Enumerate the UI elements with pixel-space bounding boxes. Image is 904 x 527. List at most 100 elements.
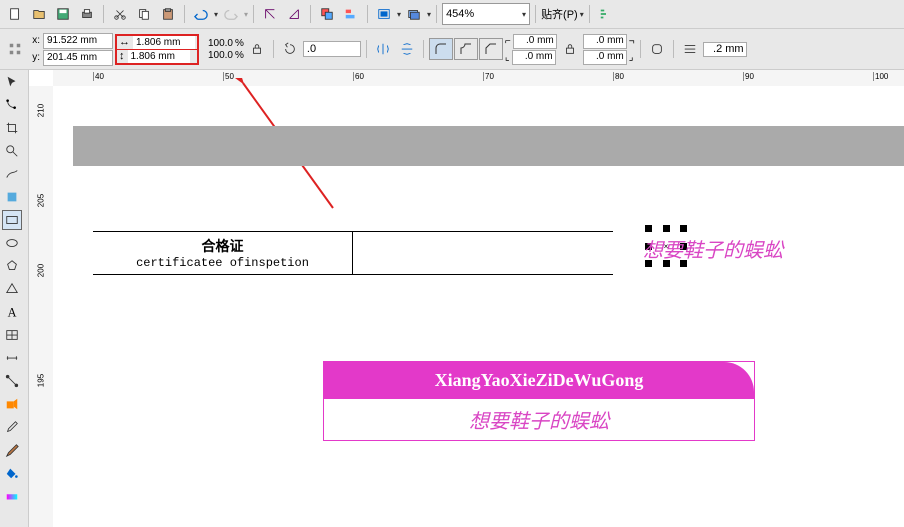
lock-ratio-button[interactable] [246,38,268,60]
separator [589,5,590,23]
separator [273,40,274,58]
ruler-tick: 210 [37,99,46,123]
new-file-button[interactable] [4,3,26,25]
card-title: XiangYaoXieZiDeWuGong [324,362,754,399]
group-button[interactable] [316,3,338,25]
vertical-ruler[interactable]: 210 205 200 195 [29,86,54,527]
corner-tr-input[interactable]: .0 mm [583,34,627,49]
smart-fill-tool[interactable] [2,187,22,207]
lock-corners-button[interactable] [559,38,581,60]
print-button[interactable] [76,3,98,25]
pink-card[interactable]: XiangYaoXieZiDeWuGong 想要鞋子的蜈蚣 [323,361,755,441]
corner-tl-input[interactable]: .0 mm [513,34,557,49]
outline-width-input[interactable]: .2 mm [703,42,747,57]
redo-dropdown[interactable]: ▾ [244,10,248,19]
shape-tool[interactable] [2,95,22,115]
export-button[interactable] [283,3,305,25]
rotate-icon[interactable] [279,38,301,60]
rectangle-tool[interactable] [2,210,22,230]
zoom-dropdown[interactable]: 454% ▾ [442,3,530,25]
polygon-tool[interactable] [2,256,22,276]
grid-icon[interactable] [4,38,26,60]
outline-width-icon[interactable] [679,38,701,60]
corner-tl-icon: ⌐ [505,36,511,47]
freehand-tool[interactable] [2,164,22,184]
cert-subtitle: certificatee ofinspetion [97,256,348,270]
options-button[interactable] [595,3,617,25]
undo-dropdown[interactable]: ▾ [214,10,218,19]
corner-radius-left: ⌐.0 mm ⌞.0 mm [505,34,557,65]
eyedropper-tool[interactable] [2,417,22,437]
certificate-table[interactable]: 合格证 certificatee ofinspetion [93,231,613,275]
handle-tl[interactable] [645,225,652,232]
paste-button[interactable] [157,3,179,25]
y-input[interactable]: 201.45 mm [43,50,113,66]
mirror-v-button[interactable] [396,38,418,60]
separator [366,40,367,58]
position-group: x:91.522 mm y:201.45 mm [28,33,113,66]
cut-button[interactable] [109,3,131,25]
percent-icon: % [235,50,244,61]
height-input[interactable]: 1.806 mm [128,50,190,63]
y-label: y: [28,52,40,63]
mirror-h-button[interactable] [372,38,394,60]
crop-tool[interactable] [2,118,22,138]
width-input[interactable]: 1.806 mm [133,36,195,49]
pick-tool[interactable] [2,72,22,92]
ruler-tick: 40 [93,72,104,81]
interactive-tool[interactable] [2,394,22,414]
interactive-fill-tool[interactable] [2,486,22,506]
ruler-tick: 195 [37,369,46,393]
scale-w[interactable]: 100.0 [201,38,233,49]
ruler-tick: 90 [743,72,754,81]
layers-dropdown[interactable]: ▾ [427,10,431,19]
corner-br-input[interactable]: .0 mm [583,50,627,65]
open-file-button[interactable] [28,3,50,25]
watermark-text[interactable]: 想要鞋子的蜈蚣 [643,234,783,263]
zoom-tool[interactable] [2,141,22,161]
corner-tr-icon: ¬ [629,36,635,47]
handle-tm[interactable] [663,225,670,232]
align-button[interactable] [340,3,362,25]
undo-button[interactable] [190,3,212,25]
connector-tool[interactable] [2,371,22,391]
zoom-value: 454% [446,8,474,20]
ellipse-tool[interactable] [2,233,22,253]
view-dropdown[interactable]: ▾ [397,10,401,19]
outline-tool[interactable] [2,440,22,460]
corner-chamfer-button[interactable] [479,38,503,60]
scale-h[interactable]: 100.0 [201,50,233,61]
x-input[interactable]: 91.522 mm [43,33,113,49]
ruler-tick: 60 [353,72,364,81]
corner-round-button[interactable] [429,38,453,60]
horizontal-ruler[interactable]: 40 50 60 70 80 90 100 [53,70,904,87]
corner-bl-input[interactable]: .0 mm [512,50,556,65]
angle-input[interactable]: .0 [303,41,361,57]
certificate-empty-cell [353,232,613,274]
dimension-tool[interactable] [2,348,22,368]
handle-tr[interactable] [680,225,687,232]
save-button[interactable] [52,3,74,25]
corner-br-icon: ⌟ [629,52,634,63]
x-label: x: [28,35,40,46]
fill-tool[interactable] [2,463,22,483]
layers-button[interactable] [403,3,425,25]
corner-scallop-button[interactable] [454,38,478,60]
table-tool[interactable] [2,325,22,345]
copy-button[interactable] [133,3,155,25]
gray-rectangle[interactable] [73,126,904,166]
text-tool[interactable]: A [2,302,22,322]
corner-style-group [429,38,503,60]
redo-button[interactable] [220,3,242,25]
import-button[interactable] [259,3,281,25]
svg-text:A: A [8,305,17,319]
ruler-tick: 200 [37,259,46,283]
canvas-area: 40 50 60 70 80 90 100 210 205 200 195 合格… [29,70,904,527]
basic-shapes-tool[interactable] [2,279,22,299]
canvas[interactable]: 合格证 certificatee ofinspetion × 想要鞋子的蜈蚣 [53,86,904,527]
snap-label[interactable]: 贴齐(P) [541,6,578,22]
snap-dropdown[interactable]: ▾ [580,10,584,19]
fullscreen-button[interactable] [373,3,395,25]
relative-corner-button[interactable] [646,38,668,60]
separator [253,5,254,23]
